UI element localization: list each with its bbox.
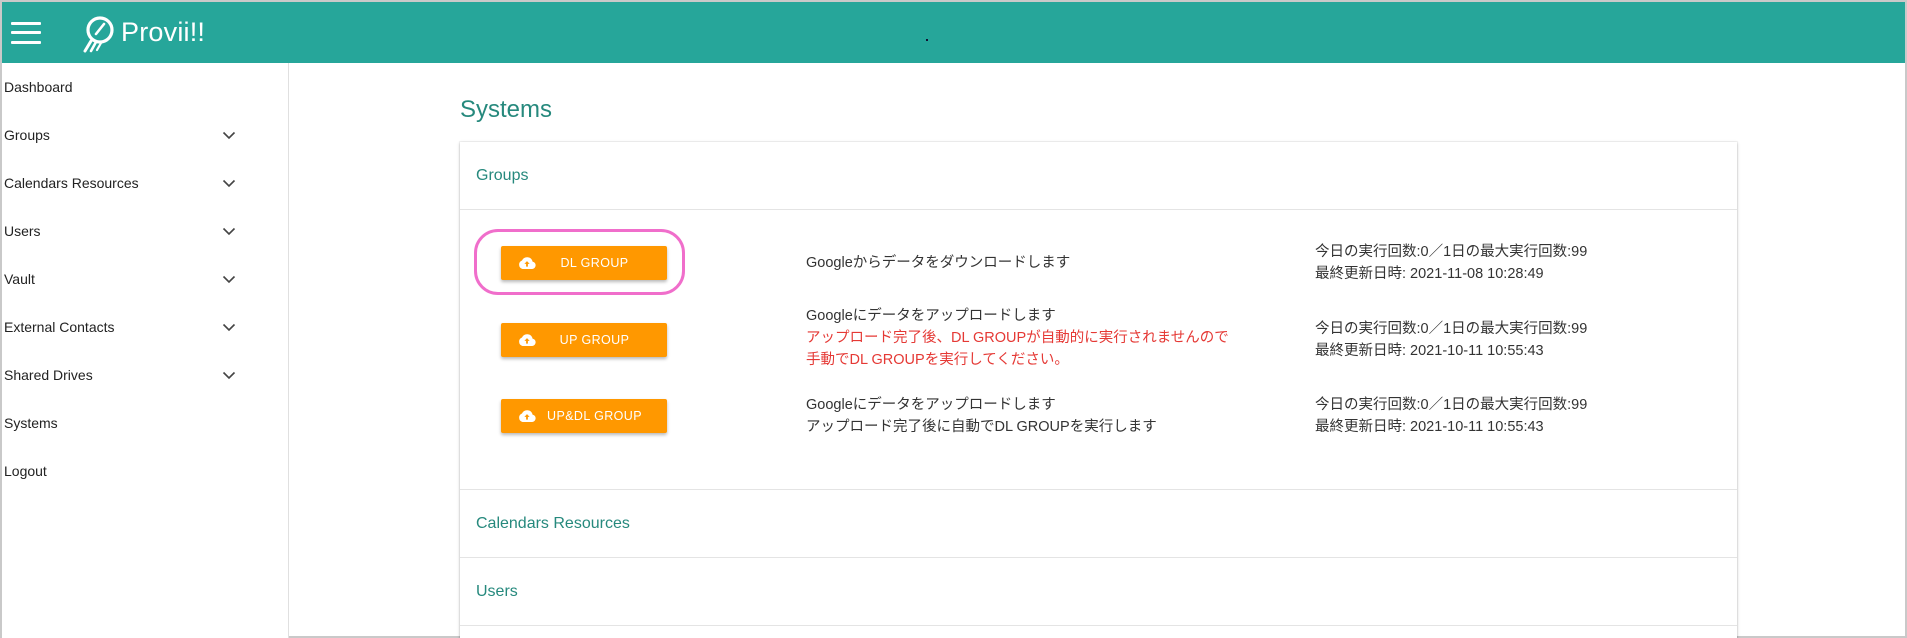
sidebar-item-users[interactable]: Users: [2, 207, 288, 255]
sidebar-item-external-contacts[interactable]: External Contacts: [2, 303, 288, 351]
sidebar-item-shared-drives[interactable]: Shared Drives: [2, 351, 288, 399]
sidebar-item-label: Calendars Resources: [4, 175, 139, 191]
brand-logo[interactable]: Provii!!: [77, 2, 205, 63]
execution-count: 今日の実行回数:0／1日の最大実行回数:99: [1315, 244, 1588, 260]
section-header-groups[interactable]: Groups: [460, 142, 1737, 210]
cloud-upload-icon: [519, 410, 536, 422]
sidebar-item-dashboard[interactable]: Dashboard: [2, 63, 288, 111]
button-label: UP&DL GROUP: [547, 409, 642, 423]
chevron-down-icon[interactable]: [222, 227, 236, 236]
sidebar-item-groups[interactable]: Groups: [2, 111, 288, 159]
chevron-down-icon[interactable]: [222, 275, 236, 284]
sidebar-item-vault[interactable]: Vault: [2, 255, 288, 303]
description-line: Googleにデータをアップロードします: [806, 308, 1056, 324]
execution-count: 今日の実行回数:0／1日の最大実行回数:99: [1315, 397, 1588, 413]
action-stats: 今日の実行回数:0／1日の最大実行回数:99 最終更新日時: 2021-10-1…: [1315, 394, 1587, 438]
page-title: Systems: [460, 96, 553, 123]
top-app-bar: Provii!!: [2, 2, 1905, 63]
chevron-down-icon[interactable]: [222, 131, 236, 140]
sidebar-item-calendars-resources[interactable]: Calendars Resources: [2, 159, 288, 207]
sidebar-item-label: Users: [4, 223, 41, 239]
section-header-calendars-resources[interactable]: Calendars Resources: [460, 490, 1737, 558]
last-updated: 最終更新日時: 2021-10-11 10:55:43: [1315, 343, 1544, 359]
action-stats: 今日の実行回数:0／1日の最大実行回数:99 最終更新日時: 2021-11-0…: [1315, 241, 1587, 285]
brand-name: Provii!!: [121, 17, 206, 47]
cloud-upload-icon: [519, 334, 536, 346]
sidebar-item-label: Shared Drives: [4, 367, 93, 383]
sidebar-item-systems[interactable]: Systems: [2, 399, 288, 447]
hamburger-icon[interactable]: [11, 21, 41, 44]
warning-line: 手動でDL GROUPを実行してください。: [806, 352, 1069, 368]
description-line: Googleにデータをアップロードします: [806, 397, 1056, 413]
execution-count: 今日の実行回数:0／1日の最大実行回数:99: [1315, 321, 1588, 337]
sidebar: Dashboard Groups Calendars Resources Use…: [2, 63, 289, 638]
sidebar-item-label: Vault: [4, 271, 35, 287]
last-updated: 最終更新日時: 2021-10-11 10:55:43: [1315, 419, 1544, 435]
action-description: Googleにデータをアップロードします アップロード完了後に自動でDL GRO…: [806, 394, 1157, 438]
sidebar-item-label: Groups: [4, 127, 50, 143]
top-bar-dot: [926, 39, 928, 41]
dl-group-button[interactable]: DL GROUP: [501, 246, 667, 280]
sidebar-item-label: External Contacts: [4, 319, 115, 335]
systems-card: Groups DL GROUP Googleからデータをダウンロードします 今日…: [460, 142, 1737, 638]
chevron-down-icon[interactable]: [222, 179, 236, 188]
sidebar-item-logout[interactable]: Logout: [2, 447, 288, 495]
button-label: UP GROUP: [559, 333, 630, 347]
action-description: Googleからデータをダウンロードします: [806, 252, 1070, 274]
provii-logo-icon: [83, 15, 114, 52]
sidebar-item-label: Dashboard: [4, 79, 73, 95]
main-content: Systems Groups DL GROUP Googleからデータをダウンロ…: [290, 63, 1905, 638]
cloud-upload-icon: [519, 257, 536, 269]
action-description: Googleにデータをアップロードします アップロード完了後、DL GROUPが…: [806, 305, 1229, 371]
action-stats: 今日の実行回数:0／1日の最大実行回数:99 最終更新日時: 2021-10-1…: [1315, 318, 1587, 362]
chevron-down-icon[interactable]: [222, 323, 236, 332]
warning-line: アップロード完了後、DL GROUPが自動的に実行されませんので: [806, 330, 1229, 346]
up-dl-group-button[interactable]: UP&DL GROUP: [501, 399, 667, 433]
section-header-users[interactable]: Users: [460, 558, 1737, 626]
sidebar-item-label: Systems: [4, 415, 58, 431]
sidebar-item-label: Logout: [4, 463, 47, 479]
button-label: DL GROUP: [560, 256, 629, 270]
description-line: Googleからデータをダウンロードします: [806, 255, 1071, 271]
groups-section-body: DL GROUP Googleからデータをダウンロードします 今日の実行回数:0…: [460, 210, 1737, 490]
last-updated: 最終更新日時: 2021-11-08 10:28:49: [1315, 266, 1544, 282]
up-group-button[interactable]: UP GROUP: [501, 323, 667, 357]
description-line: アップロード完了後に自動でDL GROUPを実行します: [806, 419, 1157, 435]
chevron-down-icon[interactable]: [222, 371, 236, 380]
